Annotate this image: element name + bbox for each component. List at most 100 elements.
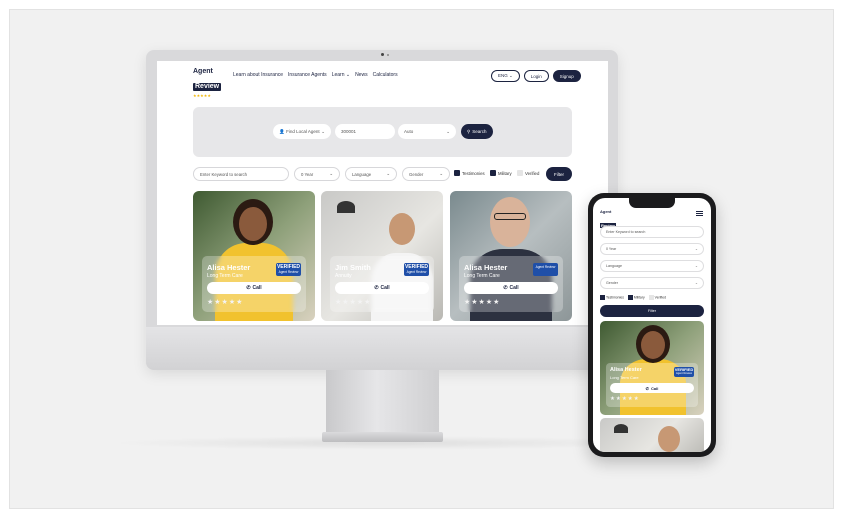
agent-type-value: Find Local Agent — [286, 129, 320, 134]
agent-name: Alisa Hester — [207, 263, 251, 272]
call-label: Call — [651, 385, 659, 391]
agent-info-panel: Alisa Hester Long Term Care VERIFIED Age… — [202, 256, 306, 312]
phone-icon: ✆ — [503, 285, 508, 291]
photo-face — [389, 213, 415, 245]
mobile-phone: Agent Review Enter Keyword to search 0 Y… — [588, 193, 716, 457]
mobile-agent-card-partial[interactable] — [600, 418, 704, 452]
mobile-screen: Agent Review Enter Keyword to search 0 Y… — [593, 198, 711, 452]
agent-role: Long Term Care — [207, 273, 243, 279]
nav-links: Learn about Insurance Insurance Agents L… — [233, 72, 398, 78]
verified-checkbox[interactable]: Verified — [517, 170, 539, 176]
mobile-language-select[interactable]: Language ⌄ — [600, 260, 704, 272]
photo-face — [658, 426, 680, 452]
agent-name: Alisa Hester — [610, 367, 642, 373]
testimonies-checkbox[interactable]: Testimonies — [454, 170, 485, 176]
call-button[interactable]: ✆ Call — [335, 282, 429, 294]
language-filter-select[interactable]: Language ⌄ — [345, 167, 397, 181]
agent-role: Long Term Care — [610, 375, 639, 380]
monitor-chin — [146, 327, 618, 370]
keyword-input[interactable]: Enter Keyword to search — [193, 167, 289, 181]
checkbox-unchecked-icon — [517, 170, 523, 176]
desktop-monitor: Agent Review ★★★★★ Learn about Insurance… — [146, 50, 618, 370]
agent-photo — [600, 418, 704, 452]
badge-bottom: Agent Review — [278, 270, 299, 274]
military-label: Military — [633, 295, 645, 300]
call-button[interactable]: ✆ Call — [610, 383, 694, 393]
years-value: 0 Year — [301, 171, 314, 177]
photo-face — [490, 197, 530, 247]
language-value: Language — [352, 171, 372, 177]
logo-line1: Agent — [600, 209, 612, 214]
mobile-keyword-input[interactable]: Enter Keyword to search — [600, 226, 704, 238]
agent-name: Jim Smith — [335, 263, 371, 272]
call-button[interactable]: ✆ Call — [207, 282, 301, 294]
site-logo[interactable]: Agent Review ★★★★★ — [193, 68, 222, 98]
mobile-filter-button[interactable]: Filter — [600, 305, 704, 317]
badge-bottom: Agent Review — [675, 372, 692, 375]
chevron-down-icon: ⌄ — [694, 281, 698, 285]
nav-link-learn-insurance[interactable]: Learn about Insurance — [233, 72, 283, 78]
agent-card[interactable]: Alisa Hester Long Term Care Agent Review… — [450, 191, 572, 321]
chevron-down-icon: ⌄ — [439, 171, 443, 176]
mobile-checkboxes: Testimonies Military Verified — [600, 295, 666, 300]
agent-info-panel: Alisa Hester Long Term Care Agent Review… — [459, 256, 563, 312]
checkbox-checked-icon — [600, 295, 605, 300]
checkbox-unchecked-icon — [648, 295, 654, 300]
camera-icon — [381, 53, 384, 56]
top-nav: Agent Review ★★★★★ Learn about Insurance… — [157, 61, 608, 98]
glasses-shape — [494, 213, 526, 220]
logo-line2: Review — [193, 83, 222, 91]
insurance-type-select[interactable]: Auto ⌄ — [398, 124, 456, 139]
photo-face — [641, 331, 665, 359]
login-button[interactable]: Login — [523, 70, 549, 82]
gender-value: Gender — [409, 171, 424, 177]
nav-actions: ENG ⌄ Login Signup — [491, 70, 581, 82]
phone-icon: ✆ — [645, 385, 649, 391]
filter-button[interactable]: Filter — [546, 167, 572, 181]
lamp-shape — [337, 201, 355, 213]
search-button[interactable]: ⚲ Search — [461, 124, 493, 139]
keyword-placeholder: Enter Keyword to search — [200, 171, 248, 177]
search-panel: 👤 Find Local Agent ⌄ 300001 Auto ⌄ ⚲ Sea… — [193, 107, 572, 157]
nav-link-news[interactable]: News — [355, 72, 368, 78]
language-select[interactable]: ENG ⌄ — [491, 70, 520, 82]
lamp-shape — [614, 424, 628, 433]
monitor-stand — [326, 370, 439, 434]
agent-info-panel: Alisa Hester Long Term Care VERIFIED Age… — [606, 363, 698, 407]
agent-name: Alisa Hester — [464, 263, 508, 272]
call-label: Call — [380, 285, 390, 291]
agent-card[interactable]: Alisa Hester Long Term Care VERIFIED Age… — [193, 191, 315, 321]
logo-line1: Agent — [193, 68, 213, 75]
signup-button[interactable]: Signup — [552, 70, 581, 82]
zip-input[interactable]: 300001 — [335, 124, 395, 139]
mobile-gender-select[interactable]: Gender ⌄ — [600, 277, 704, 289]
mobile-years-select[interactable]: 0 Year ⌄ — [600, 243, 704, 255]
mobile-agent-card[interactable]: Alisa Hester Long Term Care VERIFIED Age… — [600, 321, 704, 415]
call-button[interactable]: ✆ Call — [464, 282, 558, 294]
agent-card[interactable]: Jim Smith Annuity VERIFIED Agent Review … — [321, 191, 443, 321]
mobile-military-checkbox[interactable]: Military — [627, 295, 645, 300]
nav-link-learn[interactable]: Learn ⌄ — [332, 72, 350, 78]
chevron-down-icon: ⌄ — [321, 128, 325, 134]
chevron-down-icon: ⌄ — [386, 171, 390, 176]
verified-badge: VERIFIED Agent Review — [276, 263, 301, 276]
testimonies-label: Testimonies — [462, 170, 485, 176]
monitor-stand-base — [322, 432, 443, 442]
military-checkbox[interactable]: Military — [490, 170, 512, 176]
verified-badge: Agent Review — [533, 263, 558, 276]
military-label: Military — [498, 170, 512, 176]
badge-bottom: Agent Review — [406, 270, 427, 274]
mobile-verified-checkbox[interactable]: Verified — [648, 295, 666, 300]
hamburger-menu-icon[interactable] — [696, 211, 703, 216]
checkbox-checked-icon — [490, 170, 496, 176]
nav-link-calculators[interactable]: Calculators — [373, 72, 398, 78]
nav-link-insurance-agents[interactable]: Insurance Agents — [288, 72, 327, 78]
gender-select[interactable]: Gender ⌄ — [402, 167, 450, 181]
agent-type-select[interactable]: 👤 Find Local Agent ⌄ — [273, 124, 331, 139]
search-icon: ⚲ — [467, 128, 471, 134]
years-select[interactable]: 0 Year ⌄ — [294, 167, 340, 181]
search-button-label: Search — [472, 129, 487, 134]
mobile-testimonies-checkbox[interactable]: Testimonies — [600, 295, 624, 300]
years-value: 0 Year — [606, 247, 617, 251]
agent-info-panel: Jim Smith Annuity VERIFIED Agent Review … — [330, 256, 434, 312]
